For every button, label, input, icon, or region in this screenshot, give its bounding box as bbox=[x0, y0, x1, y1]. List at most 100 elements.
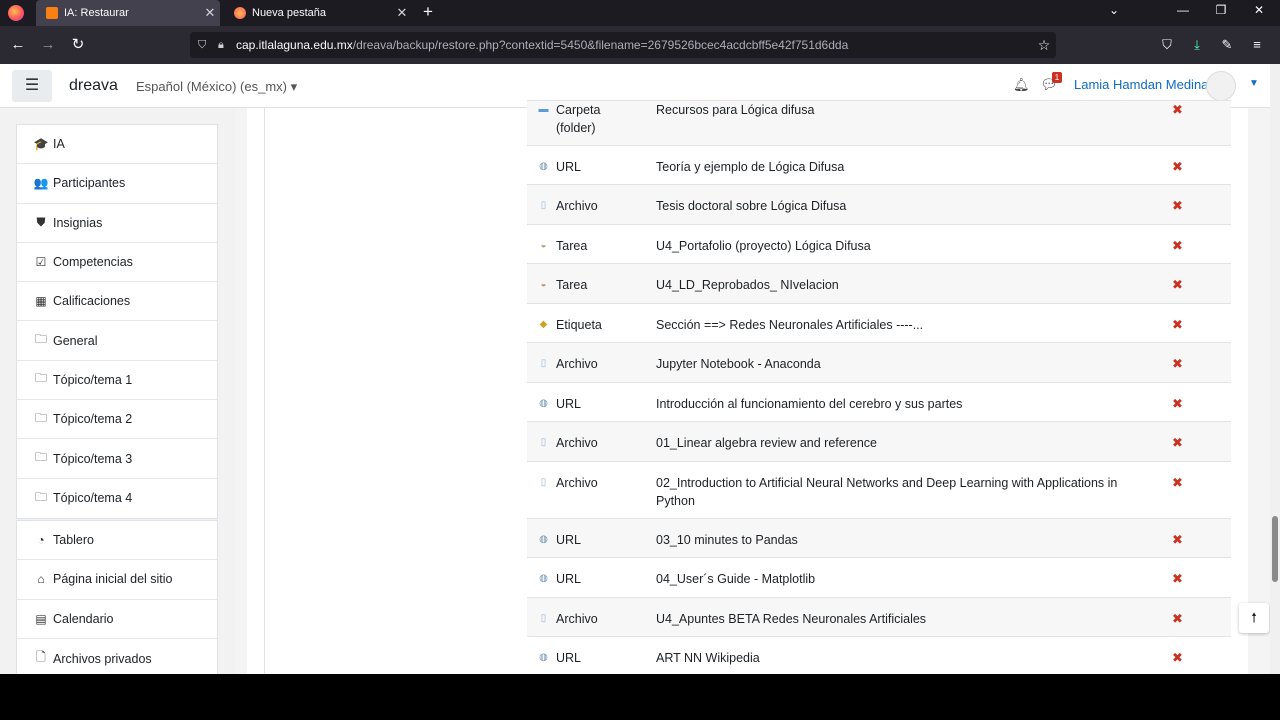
sidebar-item-label: Competencias bbox=[53, 255, 133, 270]
sidebar-item[interactable]: ▦ Calificaciones bbox=[17, 282, 217, 322]
lock-icon[interactable]: 🔒︎ bbox=[218, 39, 230, 52]
tab-close-icon[interactable]: ✕ bbox=[392, 5, 412, 21]
activity-table: ▬ Carpeta (folder) Recursos para Lógica di… bbox=[527, 100, 1231, 674]
firefox-menu-icon[interactable] bbox=[8, 5, 24, 21]
activity-name: U4_Apuntes BETA Redes Neuronales Artific… bbox=[656, 612, 927, 626]
tab-close-icon[interactable]: ✕ bbox=[200, 5, 220, 21]
avatar[interactable] bbox=[1206, 71, 1236, 101]
sidebar-item[interactable]: 🗀 Tópico/tema 1 bbox=[17, 361, 217, 401]
remove-icon[interactable]: ✖ bbox=[1172, 198, 1183, 214]
remove-icon[interactable]: ✖ bbox=[1172, 650, 1183, 666]
url-text[interactable]: cap.itlalaguna.edu.mx/dreava/backup/rest… bbox=[236, 38, 1032, 52]
file-icon: ▯ bbox=[540, 200, 547, 211]
activity-type: URL bbox=[556, 651, 582, 665]
remove-icon[interactable]: ✖ bbox=[1172, 475, 1183, 491]
remove-icon[interactable]: ✖ bbox=[1172, 277, 1183, 293]
activity-name: Teoría y ejemplo de Lógica Difusa bbox=[656, 160, 845, 174]
tab-list-chevron-icon[interactable]: ⌄ bbox=[1099, 3, 1129, 17]
language-label: Español (México) (es_mx) bbox=[136, 79, 287, 94]
page-scrollbar[interactable] bbox=[1270, 64, 1280, 674]
user-menu-caret-icon[interactable]: ▼ bbox=[1249, 78, 1259, 89]
app-menu-icon[interactable]: ≡ bbox=[1248, 36, 1266, 54]
sidebar-item[interactable]: 👥 Participantes bbox=[17, 164, 217, 204]
sidebar-item-label: Tópico/tema 2 bbox=[53, 412, 133, 427]
sidebar-item[interactable]: ⛊ Insignias bbox=[17, 204, 217, 243]
sidebar-item[interactable]: 🗀 Tópico/tema 4 bbox=[17, 479, 217, 518]
table-row: ◆ Etiqueta Sección ==> Redes Neuronales Ar… bbox=[527, 303, 1231, 342]
file-icon: ▯ bbox=[540, 437, 547, 448]
bell-icon[interactable]: 🔔︎ bbox=[1013, 77, 1030, 93]
users-icon: 👥 bbox=[33, 176, 49, 191]
language-menu[interactable]: Español (México) (es_mx) ▾ bbox=[136, 79, 297, 95]
tracking-shield-icon[interactable]: ⛉ bbox=[198, 39, 212, 52]
table-icon: ▦ bbox=[35, 294, 47, 309]
label-icon: ◆ bbox=[539, 319, 548, 330]
window-close-icon[interactable]: ✕ bbox=[1244, 3, 1274, 17]
activity-name: U4_Portafolio (proyecto) Lógica Difusa bbox=[656, 239, 871, 253]
remove-icon[interactable]: ✖ bbox=[1172, 435, 1183, 451]
remove-icon[interactable]: ✖ bbox=[1172, 611, 1183, 627]
file-icon: 🗋 bbox=[36, 650, 46, 665]
activity-type: Tarea bbox=[556, 239, 588, 253]
remove-icon[interactable]: ✖ bbox=[1172, 571, 1183, 587]
remove-icon[interactable]: ✖ bbox=[1172, 238, 1183, 254]
reload-icon[interactable]: ↻ bbox=[68, 35, 88, 55]
table-row: ◍ URL Teoría y ejemplo de Lógica Difusa ✖ bbox=[527, 145, 1231, 184]
sidebar-item[interactable]: 🎓 IA bbox=[17, 125, 217, 165]
activity-name: 02_Introduction to Artificial Neural Net… bbox=[656, 476, 1118, 508]
folder-icon: 🗀 bbox=[34, 489, 47, 504]
activity-name: Recursos para Lógica difusa bbox=[656, 103, 815, 117]
remove-icon[interactable]: ✖ bbox=[1172, 396, 1183, 412]
activity-name: Introducción al funcionamiento del cereb… bbox=[656, 397, 963, 411]
user-name[interactable]: Lamia Hamdan Medina bbox=[1074, 77, 1208, 92]
activity-name: Jupyter Notebook - Anaconda bbox=[656, 357, 821, 371]
sidebar-item[interactable]: 🗋 Archivos privados bbox=[17, 639, 217, 674]
remove-icon[interactable]: ✖ bbox=[1172, 317, 1183, 333]
messages-icon[interactable]: 💬︎ 1 bbox=[1040, 72, 1062, 93]
remove-icon[interactable]: ✖ bbox=[1172, 356, 1183, 372]
extensions-icon[interactable]: ✎ bbox=[1218, 36, 1236, 54]
dashboard-icon: ◔ bbox=[37, 533, 45, 548]
sidebar-item[interactable]: ☑ Competencias bbox=[17, 243, 217, 283]
check-square-icon: ☑ bbox=[35, 255, 47, 270]
sidebar-item[interactable]: 🗀 Tópico/tema 2 bbox=[17, 400, 217, 440]
file-icon: ▯ bbox=[540, 358, 547, 369]
sidebar-item-label: General bbox=[53, 333, 98, 348]
message-count-badge: 1 bbox=[1052, 72, 1062, 83]
tab-ia-restaurar[interactable]: IA: Restaurar ✕ bbox=[36, 0, 220, 26]
new-tab-button[interactable]: + bbox=[418, 2, 438, 22]
calendar-icon: ▤ bbox=[35, 611, 47, 626]
folder-icon: 🗀 bbox=[34, 410, 47, 425]
bookmark-star-icon[interactable]: ☆ bbox=[1032, 37, 1056, 54]
scroll-to-top-button[interactable]: 🠕 bbox=[1239, 603, 1269, 633]
forward-arrow-icon[interactable]: → bbox=[38, 35, 58, 55]
sidebar-item-label: Página inicial del sitio bbox=[53, 572, 173, 587]
downloads-icon[interactable]: ⤓ bbox=[1188, 36, 1206, 54]
sidebar-item[interactable]: ▤ Calendario bbox=[17, 600, 217, 639]
remove-icon[interactable]: ✖ bbox=[1172, 159, 1183, 175]
site-nav-group: ◔ Tablero ⌂ Página inicial del sitio ▤ Calend… bbox=[16, 520, 218, 674]
sidebar-item[interactable]: 🗀 General bbox=[17, 321, 217, 361]
assignment-icon: ◒ bbox=[540, 240, 547, 251]
course-nav-group: 🎓 IA 👥 Participantes ⛊ Insignias ☑ Competencias… bbox=[16, 124, 218, 519]
sidebar-item-label: Calificaciones bbox=[53, 294, 131, 309]
remove-icon[interactable]: ✖ bbox=[1172, 102, 1183, 118]
site-name[interactable]: dreava bbox=[69, 77, 118, 95]
url-icon: ◍ bbox=[539, 534, 548, 545]
scrollbar-thumb[interactable] bbox=[1272, 516, 1278, 582]
activity-type: Archivo bbox=[556, 199, 598, 213]
sidebar-item[interactable]: ⌂ Página inicial del sitio bbox=[17, 560, 217, 600]
minimize-icon[interactable]: — bbox=[1168, 3, 1198, 17]
drawer-toggle-button[interactable]: ☰ bbox=[12, 70, 52, 102]
tab-nueva-pestana[interactable]: Nueva pestaña ✕ bbox=[224, 0, 412, 26]
remove-icon[interactable]: ✖ bbox=[1172, 532, 1183, 548]
back-arrow-icon[interactable]: ← bbox=[8, 35, 28, 55]
table-row: ◍ URL 04_User´s Guide - Matplotlib ✖ bbox=[527, 557, 1231, 597]
sidebar-item[interactable]: 🗀 Tópico/tema 3 bbox=[17, 439, 217, 479]
sidebar-item[interactable]: ◔ Tablero bbox=[17, 521, 217, 561]
restore-icon[interactable]: ❐ bbox=[1206, 3, 1236, 17]
table-row: ▯ Archivo Jupyter Notebook - Anaconda ✖ bbox=[527, 342, 1231, 382]
moodle-favicon-icon bbox=[46, 7, 58, 19]
pocket-icon[interactable]: ⛉ bbox=[1158, 36, 1176, 54]
url-bar[interactable]: ⛉ 🔒︎ cap.itlalaguna.edu.mx/dreava/backup… bbox=[190, 32, 1056, 58]
